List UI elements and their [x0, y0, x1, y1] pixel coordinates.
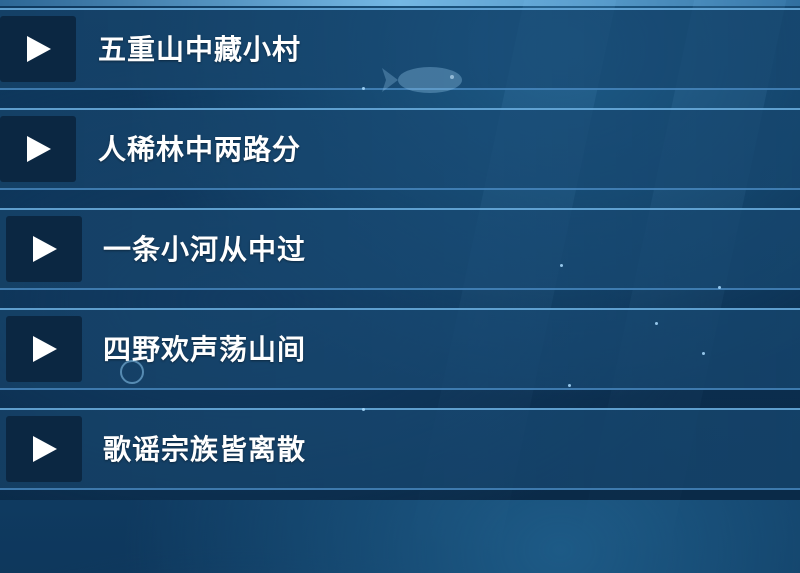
playlist-item[interactable]: 歌谣宗族皆离散 [0, 408, 800, 490]
play-icon [33, 336, 57, 362]
play-icon [27, 36, 51, 62]
play-button[interactable] [6, 416, 82, 482]
particle [702, 352, 705, 355]
particle [362, 408, 365, 411]
play-icon [27, 136, 51, 162]
play-button[interactable] [6, 216, 82, 282]
playlist-item-title: 人稀林中两路分 [98, 133, 302, 166]
bubble-ring [120, 360, 144, 384]
play-button[interactable] [6, 316, 82, 382]
playlist-item-title: 一条小河从中过 [103, 233, 307, 266]
particle [362, 87, 365, 90]
play-icon [33, 436, 57, 462]
play-icon [33, 236, 57, 262]
particle [718, 286, 721, 289]
particle [568, 384, 571, 387]
fish-icon [382, 67, 462, 93]
play-button[interactable] [0, 116, 76, 182]
particle [655, 322, 658, 325]
playlist-item[interactable]: 人稀林中两路分 [0, 108, 800, 190]
playlist-item-title: 歌谣宗族皆离散 [103, 433, 307, 466]
play-button[interactable] [0, 16, 76, 82]
playlist-item-title: 五重山中藏小村 [98, 33, 302, 66]
playlist-item[interactable]: 四野欢声荡山间 [0, 308, 800, 390]
playlist-item[interactable]: 一条小河从中过 [0, 208, 800, 290]
particle [560, 264, 563, 267]
